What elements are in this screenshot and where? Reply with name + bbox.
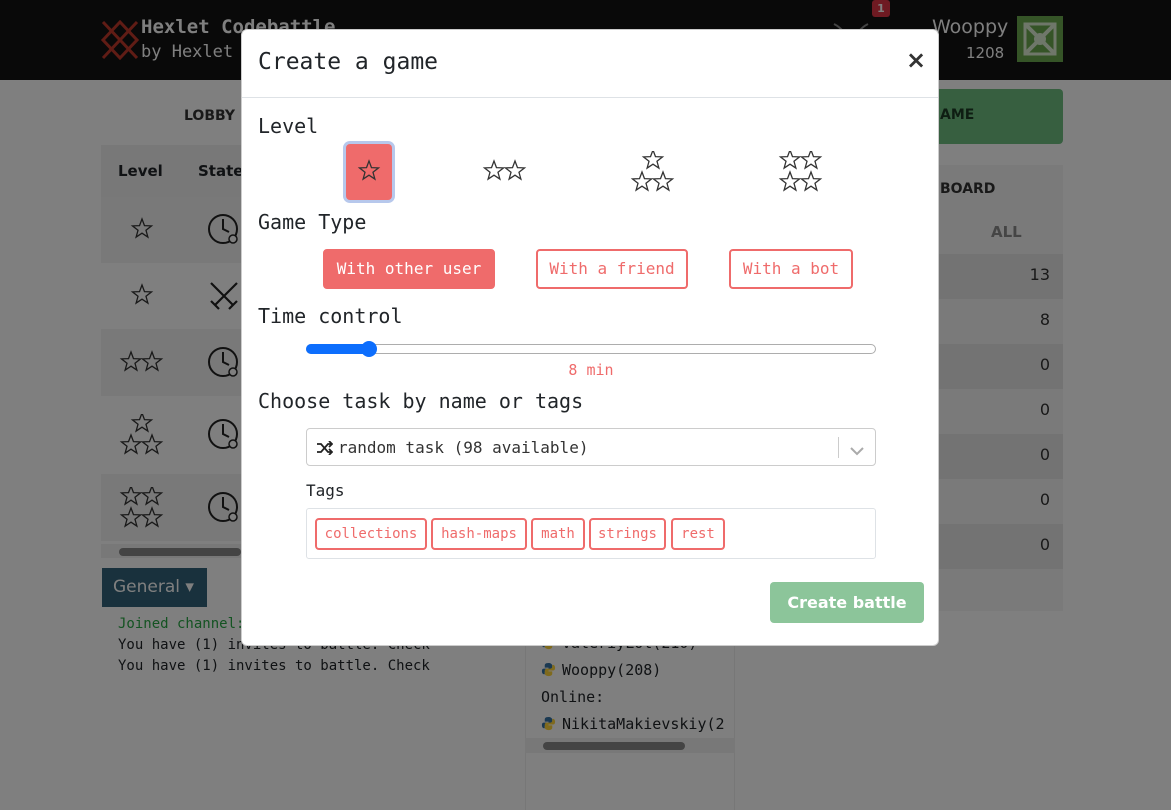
tag-hash-maps[interactable]: hash-maps — [431, 518, 527, 550]
create-game-modal: Create a game × Level Game Type With oth… — [241, 29, 939, 646]
level-button-medium[interactable] — [630, 144, 676, 200]
game-type-with-a-bot-button[interactable]: With a bot — [729, 249, 853, 289]
game-type-label: Game Type — [258, 210, 367, 234]
time-control-label: Time control — [258, 304, 403, 328]
level-button-elementary[interactable] — [346, 144, 392, 200]
task-label: Choose task by name or tags — [258, 389, 584, 413]
game-type-with-a-friend-button[interactable]: With a friend — [536, 249, 688, 289]
time-control-slider-handle[interactable] — [361, 341, 378, 357]
tags-container: collections hash-maps math strings rest — [306, 508, 876, 559]
star-icon — [357, 159, 381, 181]
tags-label: Tags — [306, 481, 345, 500]
star-icon — [778, 170, 802, 192]
time-control-slider-track[interactable] — [306, 344, 876, 354]
modal-header: Create a game × — [242, 30, 938, 98]
star-icon — [651, 170, 675, 192]
select-separator — [838, 437, 839, 458]
tag-strings[interactable]: strings — [589, 518, 666, 550]
tag-rest[interactable]: rest — [671, 518, 725, 550]
level-button-easy[interactable] — [482, 144, 528, 200]
create-battle-button[interactable]: Create battle — [770, 582, 924, 623]
modal-title: Create a game — [258, 49, 439, 75]
star-icon — [799, 151, 823, 170]
star-icon — [482, 159, 506, 181]
game-type-with-other-user-button[interactable]: With other user — [323, 249, 495, 289]
close-button[interactable]: × — [906, 46, 926, 74]
star-icon — [630, 170, 654, 192]
star-icon — [778, 151, 802, 170]
star-icon — [503, 159, 527, 181]
chevron-down-icon[interactable] — [850, 441, 864, 460]
star-icon — [799, 170, 823, 192]
tag-collections[interactable]: collections — [315, 518, 427, 550]
task-select[interactable]: random task (98 available) — [306, 428, 876, 466]
time-control-value: 8 min — [568, 361, 614, 379]
shuffle-icon — [317, 440, 334, 459]
time-control-slider-fill — [306, 344, 370, 354]
task-select-value: random task (98 available) — [338, 438, 589, 457]
tag-math[interactable]: math — [531, 518, 585, 550]
level-label: Level — [258, 114, 319, 138]
star-icon — [641, 151, 665, 170]
level-button-hard[interactable] — [778, 144, 824, 200]
